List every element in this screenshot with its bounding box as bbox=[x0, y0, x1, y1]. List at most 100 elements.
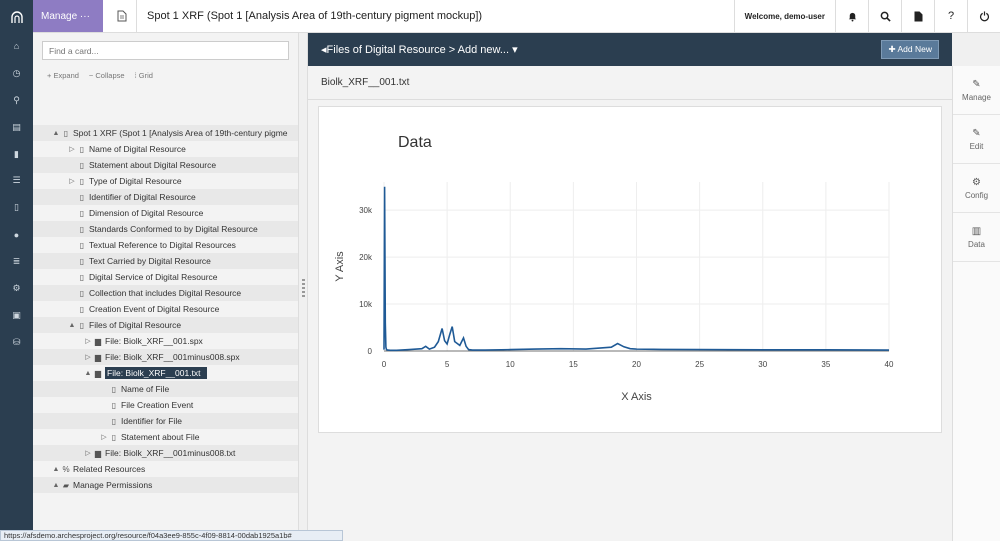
tree-node[interactable]: ▷ ▆ File: Biolk_XRF__001minus008.spx bbox=[33, 349, 298, 365]
home-icon[interactable]: ⌂ bbox=[0, 33, 33, 60]
tree-node[interactable]: ▲ ▯ Spot 1 XRF (Spot 1 [Analysis Area of 1… bbox=[33, 125, 298, 141]
image-icon[interactable]: ▣ bbox=[0, 302, 33, 329]
bell-icon[interactable] bbox=[835, 0, 868, 32]
grid-button[interactable]: ⁞ Grid bbox=[135, 71, 153, 80]
add-new-button[interactable]: ✚ Add New bbox=[881, 40, 939, 59]
x-axis-label: X Axis bbox=[621, 391, 652, 403]
tree-node[interactable]: ▯ Identifier of Digital Resource bbox=[33, 189, 298, 205]
tree-node[interactable]: ▯ Statement about Digital Resource bbox=[33, 157, 298, 173]
document-icon: ▯ bbox=[111, 400, 117, 410]
status-url: https://afsdemo.archesproject.org/resour… bbox=[0, 530, 343, 541]
rail-edit[interactable]: ✎ Edit bbox=[953, 115, 1000, 164]
find-card-input[interactable] bbox=[42, 41, 289, 60]
rail-config[interactable]: ⚙ Config bbox=[953, 164, 1000, 213]
expanded-toggle-icon[interactable]: ▲ bbox=[51, 130, 61, 137]
rail-data[interactable]: ▥ Data bbox=[953, 213, 1000, 262]
welcome-user[interactable]: Welcome, demo-user bbox=[733, 0, 835, 32]
x-tick-label: 5 bbox=[445, 360, 450, 369]
tree-node-label: Dimension of Digital Resource bbox=[89, 208, 204, 218]
tree-node[interactable]: ▲% Related Resources bbox=[33, 461, 298, 477]
logout-icon[interactable] bbox=[967, 0, 1000, 32]
panel-splitter[interactable] bbox=[298, 33, 308, 530]
tree-node-label: Statement about File bbox=[121, 432, 200, 442]
grid-label: Grid bbox=[138, 71, 153, 80]
gear-icon: ⚙ bbox=[972, 176, 981, 188]
manage-menu-button[interactable]: Manage ··· bbox=[33, 0, 103, 32]
tree-node-label: Collection that includes Digital Resourc… bbox=[89, 288, 242, 298]
x-tick-label: 0 bbox=[382, 360, 387, 369]
left-navigation: ⌂ ◷ ⚲ ▤ ▮ ☰ ▯ ● ≣ ⚙ ▣ ⛁ bbox=[0, 33, 33, 541]
add-new-label: Add New bbox=[897, 44, 933, 54]
main-content: Data 0 5 10 15 20 25 30 35 40 0 10k 20k 30k X Axis Y Ax… bbox=[308, 100, 952, 541]
arches-logo-icon bbox=[10, 10, 23, 23]
expanded-toggle-icon[interactable]: ▲ bbox=[51, 466, 61, 473]
tree-node[interactable]: ▲ ▆ File: Biolk_XRF__001.txt bbox=[33, 365, 298, 381]
tree-node[interactable]: ▷ ▆ File: Biolk_XRF__001minus008.txt bbox=[33, 445, 298, 461]
document-icon: ▯ bbox=[63, 128, 69, 138]
layers-icon[interactable]: ≣ bbox=[0, 248, 33, 275]
rail-manage[interactable]: ✎ Manage bbox=[953, 66, 1000, 115]
document-icon[interactable] bbox=[901, 0, 934, 32]
expanded-toggle-icon[interactable]: ▲ bbox=[67, 322, 77, 329]
tree-node[interactable]: ▷ ▆ File: Biolk_XRF__001.spx bbox=[33, 333, 298, 349]
tree-node[interactable]: ▷ ▯ Name of Digital Resource bbox=[33, 141, 298, 157]
expanded-toggle-icon[interactable]: ▲ bbox=[51, 482, 61, 489]
tree-node-label: Digital Service of Digital Resource bbox=[89, 272, 218, 282]
search-icon[interactable] bbox=[868, 0, 901, 32]
collapsed-toggle-icon[interactable]: ▷ bbox=[67, 145, 77, 153]
user-icon[interactable]: ● bbox=[0, 221, 33, 248]
tree-node-label: Manage Permissions bbox=[73, 480, 153, 490]
tree-node[interactable]: ▯ File Creation Event bbox=[33, 397, 298, 413]
tree-node-label: File: Biolk_XRF__001minus008.spx bbox=[105, 352, 240, 362]
breadcrumb: Files of Digital Resource > Add new... bbox=[326, 44, 510, 56]
database-icon[interactable]: ⛁ bbox=[0, 329, 33, 356]
collapsed-toggle-icon[interactable]: ▷ bbox=[99, 433, 109, 441]
file-name-bar: Biolk_XRF__001.txt bbox=[308, 66, 952, 100]
tree-node[interactable]: ▯ Creation Event of Digital Resource bbox=[33, 301, 298, 317]
document-icon: ▯ bbox=[79, 208, 85, 218]
expanded-toggle-icon[interactable]: ▲ bbox=[83, 370, 93, 377]
arches-logo[interactable] bbox=[0, 0, 33, 33]
x-tick-label: 25 bbox=[695, 360, 704, 369]
collapsed-toggle-icon[interactable]: ▷ bbox=[83, 449, 93, 457]
y-tick-label: 20k bbox=[359, 253, 373, 262]
tree-node[interactable]: ▯ Standards Conformed to by Digital Resou… bbox=[33, 221, 298, 237]
mobile-icon[interactable]: ▯ bbox=[0, 194, 33, 221]
tree-node[interactable]: ▯ Textual Reference to Digital Resources bbox=[33, 237, 298, 253]
document-icon: ▯ bbox=[79, 288, 85, 298]
tree-node[interactable]: ▯ Digital Service of Digital Resource bbox=[33, 269, 298, 285]
tree-node[interactable]: ▯ Collection that includes Digital Resour… bbox=[33, 285, 298, 301]
book-icon[interactable]: ▤ bbox=[0, 114, 33, 141]
link-icon: % bbox=[62, 464, 70, 474]
tree-node[interactable]: ▯ Dimension of Digital Resource bbox=[33, 205, 298, 221]
tree-node-label: Spot 1 XRF (Spot 1 [Analysis Area of 19t… bbox=[73, 128, 288, 138]
collapsed-toggle-icon[interactable]: ▷ bbox=[83, 353, 93, 361]
collapse-button[interactable]: − Collapse bbox=[89, 71, 125, 80]
tree-node[interactable]: ▷ ▯ Type of Digital Resource bbox=[33, 173, 298, 189]
breadcrumb-dropdown[interactable]: ◂Files of Digital Resource > Add new... … bbox=[321, 43, 518, 56]
chart-title: Data bbox=[398, 134, 432, 151]
y-tick-label: 0 bbox=[368, 347, 373, 356]
xrf-chart[interactable]: Data 0 5 10 15 20 25 30 35 40 0 10k 20k 30k X Axis Y Ax… bbox=[319, 107, 943, 434]
document-icon: ▯ bbox=[79, 224, 85, 234]
collapsed-toggle-icon[interactable]: ▷ bbox=[83, 337, 93, 345]
tree-node[interactable]: ▯ Identifier for File bbox=[33, 413, 298, 429]
tree-node[interactable]: ▷ ▯ Statement about File bbox=[33, 429, 298, 445]
tree-node[interactable]: ▲ ▯ Files of Digital Resource bbox=[33, 317, 298, 333]
collapsed-toggle-icon[interactable]: ▷ bbox=[67, 177, 77, 185]
clock-icon[interactable]: ◷ bbox=[0, 60, 33, 87]
splitter-grip-icon[interactable] bbox=[302, 279, 305, 297]
search-icon[interactable]: ⚲ bbox=[0, 87, 33, 114]
expand-button[interactable]: + Expand bbox=[47, 71, 79, 80]
tree-node[interactable]: ▯ Name of File bbox=[33, 381, 298, 397]
help-icon[interactable]: ? bbox=[934, 0, 967, 32]
tree-node[interactable]: ▯ Text Carried by Digital Resource bbox=[33, 253, 298, 269]
document-icon: ▯ bbox=[79, 240, 85, 250]
tree-node-label: Name of File bbox=[121, 384, 170, 394]
bookmark-icon[interactable]: ▮ bbox=[0, 141, 33, 168]
list-icon[interactable]: ☰ bbox=[0, 167, 33, 194]
x-tick-label: 30 bbox=[758, 360, 767, 369]
file-icon: ▆ bbox=[94, 352, 102, 362]
gear-icon[interactable]: ⚙ bbox=[0, 275, 33, 302]
tree-node[interactable]: ▲ ▰ Manage Permissions bbox=[33, 477, 298, 493]
